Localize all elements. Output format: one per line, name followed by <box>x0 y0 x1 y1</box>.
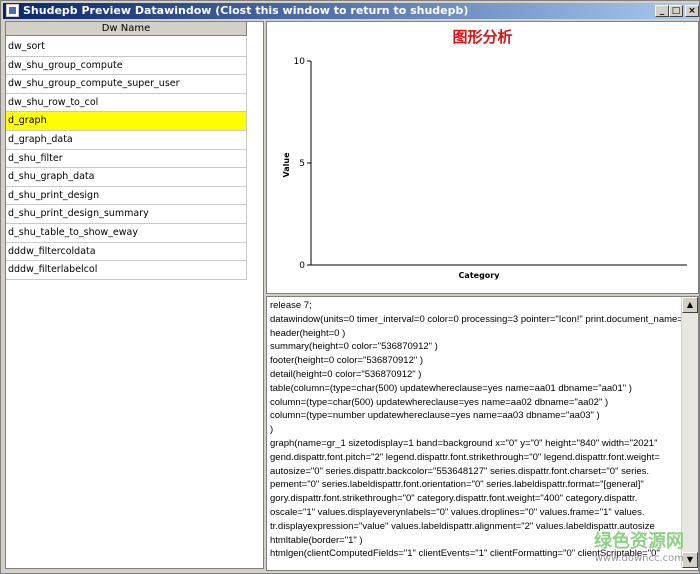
watermark-url: www.downcc.com <box>594 553 684 564</box>
minimize-button[interactable]: _ <box>655 5 669 17</box>
code-line: pement="0" series.labeldispattr.font.ori… <box>270 479 644 491</box>
y-tick-label: 10 <box>294 57 306 67</box>
list-item[interactable]: dw_shu_group_compute <box>6 56 247 76</box>
chart-title: 图形分析 <box>452 28 513 46</box>
code-line: table(column=(type=char(500) updatewhere… <box>270 382 632 394</box>
datawindow-list: Dw Name dw_sort dw_shu_group_compute dw_sh… <box>5 21 264 569</box>
code-line: detail(height=0 color="536870912" ) <box>270 368 422 380</box>
preview-window: Shudepb Preview Datawindow (Clost this w… <box>0 0 700 574</box>
close-button[interactable]: × <box>685 5 699 17</box>
list-item[interactable]: dddw_filtercoldata <box>6 242 247 262</box>
code-line: column=(type=number updatewhereclause=ye… <box>270 410 600 422</box>
list-rows: dw_sort dw_shu_group_compute dw_shu_group_… <box>6 38 247 280</box>
code-line: release 7; <box>270 300 312 311</box>
y-tick-label: 5 <box>299 159 305 169</box>
list-item[interactable]: d_graph_data <box>6 130 247 150</box>
code-line: gory.dispattr.font.strikethrough="0" cat… <box>270 493 638 505</box>
y-tick-label: 0 <box>299 261 305 271</box>
code-line: graph(name=gr_1 sizetodisplay=1 band=bac… <box>270 437 658 449</box>
code-line: footer(height=0 color="536870912" ) <box>270 355 424 367</box>
list-item[interactable]: d_shu_table_to_show_eway <box>6 223 247 243</box>
title-bar[interactable]: Shudepb Preview Datawindow (Clost this w… <box>3 3 699 19</box>
list-item[interactable]: dw_sort <box>6 38 247 57</box>
list-item[interactable]: d_shu_print_design <box>6 186 247 206</box>
column-header-dw-name[interactable]: Dw Name <box>6 22 247 36</box>
list-item[interactable]: d_shu_filter <box>6 149 247 169</box>
code-line: datawindow(units=0 timer_interval=0 colo… <box>270 313 682 325</box>
graph-chart: 10 5 0 Category Value <box>282 57 687 280</box>
app-icon <box>6 4 19 17</box>
watermark-text: 绿色资源网 <box>594 531 684 552</box>
window-title: Shudepb Preview Datawindow (Clost this w… <box>23 4 469 17</box>
code-line: column=(type=char(500) updatewhereclause… <box>270 396 609 408</box>
code-line: oscale="1" values.displayeverynlabels="0… <box>270 506 645 518</box>
maximize-button[interactable]: □ <box>669 5 683 17</box>
syntax-text-panel[interactable]: release 7; datawindow(units=0 timer_inter… <box>266 296 699 571</box>
code-line: gend.dispattr.font.pitch="2" legend.disp… <box>270 451 660 463</box>
list-item[interactable]: d_graph <box>6 112 247 131</box>
scroll-down-button[interactable]: ▼ <box>682 552 698 568</box>
x-axis-label: Category <box>459 271 501 280</box>
watermark: 绿色资源网 www.downcc.com <box>594 527 684 564</box>
code-line: summary(height=0 color="536870912" ) <box>270 341 438 353</box>
syntax-text: release 7; datawindow(units=0 timer_inter… <box>270 299 682 561</box>
graph-preview-panel: 10 5 0 Category Value 图形分析 <box>266 21 699 294</box>
code-line: ) <box>270 424 274 436</box>
list-item[interactable]: dw_shu_group_compute_super_user <box>6 75 247 94</box>
list-item[interactable]: dw_shu_row_to_col <box>6 93 247 113</box>
code-line: header(height=0 ) <box>270 327 346 339</box>
y-axis-label: Value <box>282 152 291 178</box>
list-item[interactable]: dddw_filterlabelcol <box>6 261 247 280</box>
list-item[interactable]: d_shu_graph_data <box>6 168 247 187</box>
code-line: autosize="0" series.dispattr.backcolor="… <box>270 465 650 477</box>
scroll-up-button[interactable]: ▲ <box>682 297 698 313</box>
list-item[interactable]: d_shu_print_design_summary <box>6 205 247 224</box>
